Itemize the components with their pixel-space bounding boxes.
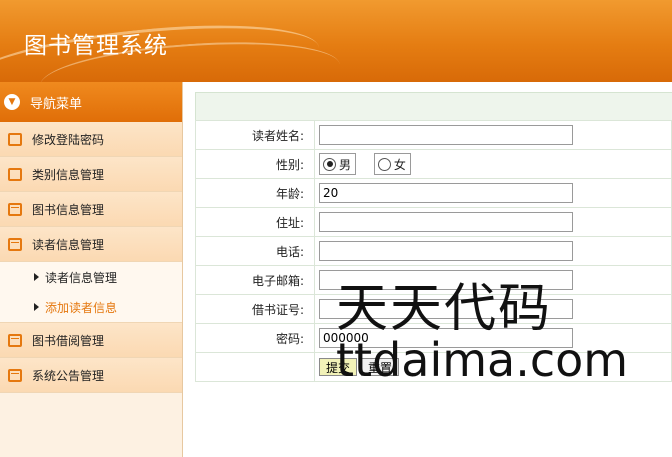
calendar-icon <box>8 202 22 216</box>
form-row-address: 住址: <box>195 207 672 237</box>
gender-label: 性别: <box>195 149 315 179</box>
gender-male-radio[interactable] <box>323 157 336 171</box>
sidebar-item-category[interactable]: 类别信息管理 <box>0 157 182 192</box>
form-row-gender: 性别: 男 女 <box>195 149 672 179</box>
sidebar-subitem-reader-list[interactable]: 读者信息管理 <box>0 262 182 292</box>
nav-menu-title: 导航菜单 <box>30 96 83 112</box>
triangle-right-icon <box>34 273 39 281</box>
sidebar-item-readers[interactable]: 读者信息管理 <box>0 227 182 262</box>
nav-menu-header[interactable]: ▼ 导航菜单 <box>0 82 182 122</box>
app-header: 图书管理系统 <box>0 0 672 82</box>
email-label: 电子邮箱: <box>195 265 315 295</box>
sidebar-item-label: 修改登陆密码 <box>32 132 105 147</box>
sidebar-subitem-label: 读者信息管理 <box>45 270 118 285</box>
edit-icon <box>8 167 22 181</box>
sidebar-subitem-add-reader[interactable]: 添加读者信息 <box>0 292 182 322</box>
address-label: 住址: <box>195 207 315 237</box>
form-title-bar <box>195 92 672 121</box>
sidebar-item-label: 图书信息管理 <box>32 202 105 217</box>
card-label: 借书证号: <box>195 294 315 324</box>
address-input[interactable] <box>319 212 573 232</box>
gender-male-option[interactable]: 男 <box>319 153 357 175</box>
chevron-down-icon: ▼ <box>4 94 20 110</box>
chat-icon <box>8 132 22 146</box>
sidebar-item-label: 读者信息管理 <box>32 237 105 252</box>
sidebar: ▼ 导航菜单 修改登陆密码 类别信息管理 图书信息管理 读者信息管理 读者信息管… <box>0 82 183 457</box>
form-row-name: 读者姓名: <box>195 120 672 150</box>
phone-input[interactable] <box>319 241 573 261</box>
name-label: 读者姓名: <box>195 120 315 150</box>
sidebar-item-announcements[interactable]: 系统公告管理 <box>0 358 182 393</box>
reader-name-input[interactable] <box>319 125 573 145</box>
sidebar-item-label: 系统公告管理 <box>32 368 105 383</box>
sidebar-item-books[interactable]: 图书信息管理 <box>0 192 182 227</box>
watermark-text: 天天代码 <box>336 279 553 339</box>
app-title: 图书管理系统 <box>24 33 168 59</box>
watermark-url: ttdaima.com <box>336 333 629 387</box>
gender-female-label: 女 <box>393 157 406 172</box>
phone-label: 电话: <box>195 236 315 266</box>
calendar-icon <box>8 333 22 347</box>
sidebar-item-label: 类别信息管理 <box>32 167 105 182</box>
form-row-phone: 电话: <box>195 236 672 266</box>
sidebar-item-change-password[interactable]: 修改登陆密码 <box>0 122 182 157</box>
sidebar-item-label: 图书借阅管理 <box>32 333 105 348</box>
triangle-right-icon <box>34 303 39 311</box>
sidebar-item-borrowing[interactable]: 图书借阅管理 <box>0 322 182 358</box>
gender-female-radio[interactable] <box>377 157 391 171</box>
age-input[interactable] <box>319 183 573 203</box>
form-row-age: 年龄: <box>195 178 672 208</box>
calendar-icon <box>8 237 22 251</box>
gender-female-option[interactable]: 女 <box>373 153 411 175</box>
age-label: 年龄: <box>195 178 315 208</box>
gender-male-label: 男 <box>339 157 352 172</box>
password-label: 密码: <box>195 323 315 353</box>
calendar-icon <box>8 368 22 382</box>
sidebar-subitem-label: 添加读者信息 <box>45 300 118 315</box>
